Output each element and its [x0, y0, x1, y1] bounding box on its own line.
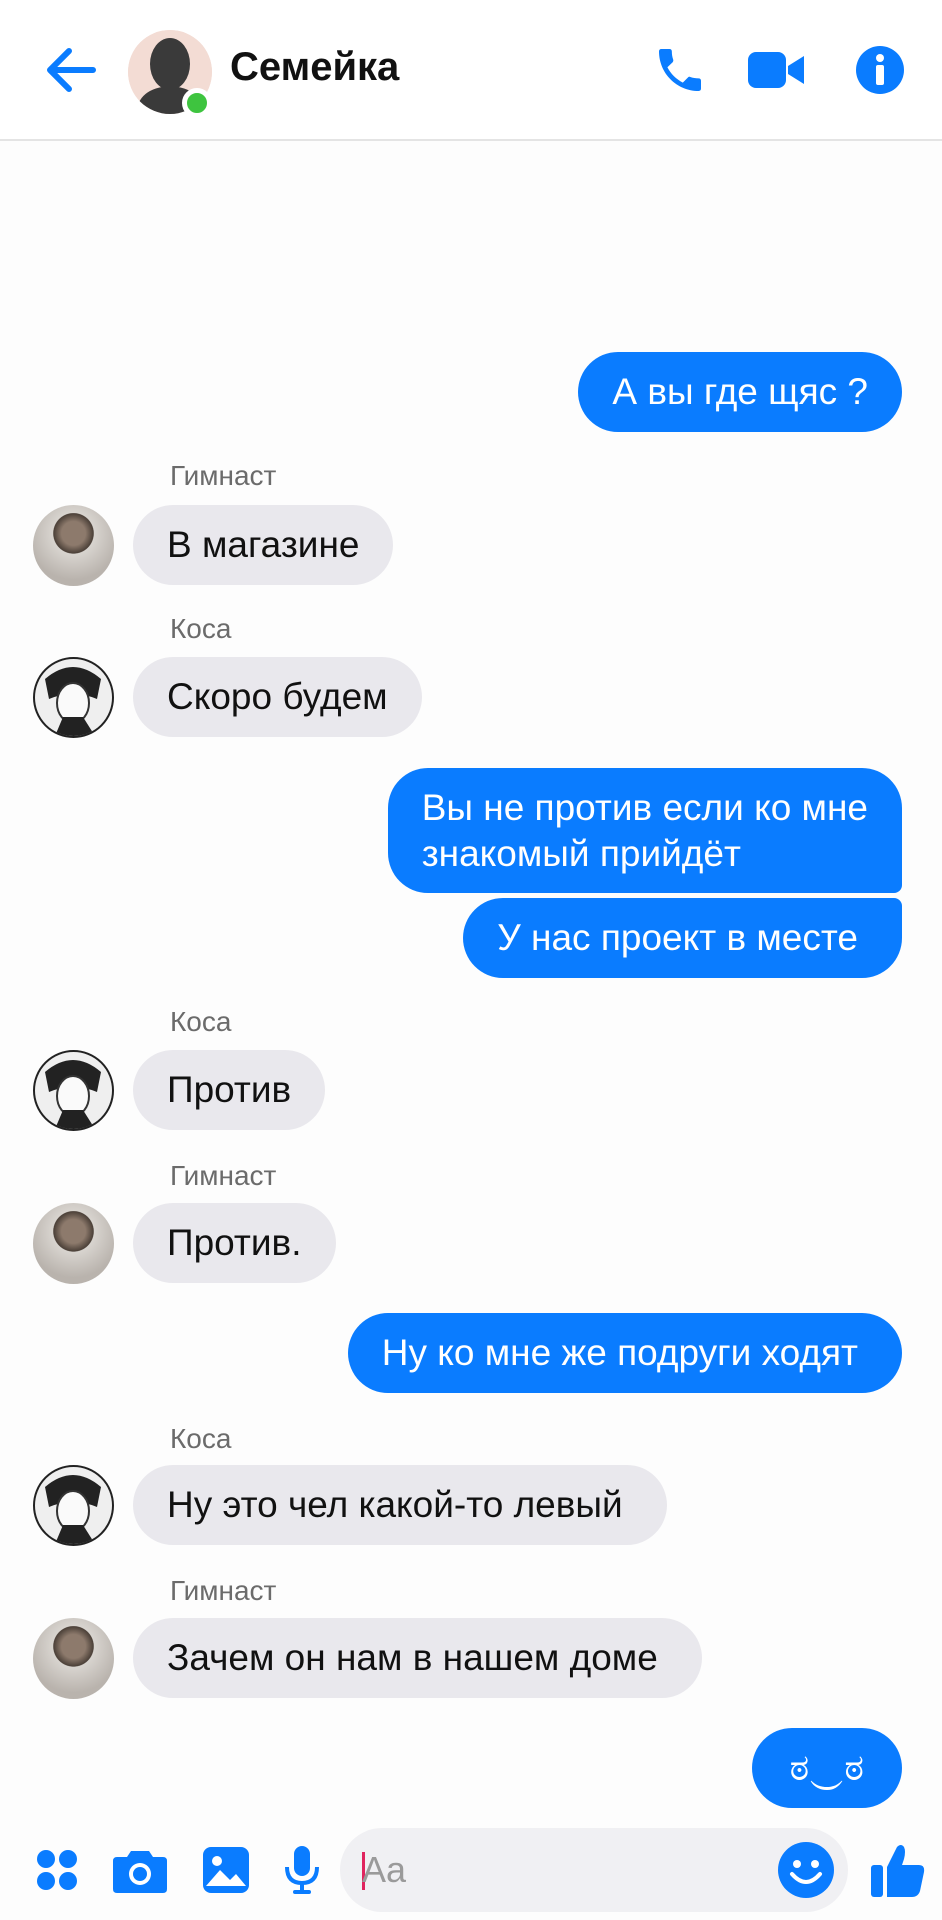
- message-text: А вы где щяс ?: [612, 371, 868, 412]
- composer-bar: [0, 1820, 942, 1920]
- message-bubble-incoming[interactable]: Против.: [133, 1203, 336, 1283]
- info-icon[interactable]: [854, 40, 906, 100]
- message-text: Против.: [167, 1222, 302, 1263]
- message-bubble-incoming[interactable]: Против: [133, 1050, 326, 1130]
- message-text: В магазине: [167, 524, 360, 565]
- sender-name: Гимнаст: [170, 460, 277, 491]
- message-text: У нас проект в месте: [497, 917, 858, 958]
- message-text: Зачем он нам в нашем доме: [167, 1637, 658, 1678]
- sender-name: Гимнаст: [170, 1575, 277, 1606]
- message-text: ಠ‿ಠ: [789, 1747, 864, 1788]
- back-arrow-icon[interactable]: [42, 40, 100, 100]
- sender-avatar-kosa[interactable]: [33, 657, 114, 738]
- thumbs-up-icon[interactable]: [868, 1838, 928, 1902]
- message-text: Скоро будем: [167, 676, 388, 717]
- sender-name: Гимнаст: [170, 1160, 277, 1191]
- gallery-icon[interactable]: [200, 1838, 252, 1902]
- sender-name: Коса: [170, 1423, 232, 1454]
- message-composer: [340, 1828, 848, 1912]
- message-bubble-outgoing[interactable]: ಠ‿ಠ: [751, 1728, 902, 1808]
- message-text: Ну ко мне же подруги ходят: [381, 1332, 858, 1373]
- sender-avatar-kosa[interactable]: [33, 1465, 114, 1546]
- phone-icon[interactable]: [650, 40, 710, 100]
- message-bubble-incoming[interactable]: В магазине: [133, 505, 394, 585]
- chat-header: Семейка: [0, 0, 942, 141]
- sender-avatar-gymnast[interactable]: [33, 1203, 114, 1284]
- sender-name: Коса: [170, 1006, 232, 1037]
- message-bubble-incoming[interactable]: Зачем он нам в нашем доме: [133, 1618, 702, 1698]
- message-bubble-outgoing[interactable]: Ну ко мне же подруги ходят: [347, 1313, 902, 1393]
- message-input[interactable]: [362, 1842, 762, 1898]
- sender-avatar-kosa[interactable]: [33, 1050, 114, 1131]
- chat-title[interactable]: Семейка: [230, 45, 399, 90]
- apps-icon[interactable]: [32, 1838, 82, 1902]
- video-camera-icon[interactable]: [744, 40, 808, 100]
- online-status-dot: [182, 88, 212, 118]
- message-bubble-outgoing[interactable]: У нас проект в месте: [463, 898, 902, 978]
- camera-icon[interactable]: [112, 1838, 168, 1902]
- sender-avatar-gymnast[interactable]: [33, 505, 114, 586]
- message-bubble-incoming[interactable]: Скоро будем: [133, 657, 422, 737]
- message-text: Ну это чел какой-то левый: [167, 1484, 623, 1525]
- microphone-icon[interactable]: [282, 1838, 322, 1902]
- message-text-line-1: Вы не против если ко мне: [421, 786, 868, 828]
- sender-avatar-gymnast[interactable]: [33, 1618, 114, 1699]
- message-bubble-outgoing[interactable]: А вы где щяс ?: [578, 352, 902, 432]
- message-text-line-2: знакомый прийдёт: [421, 832, 741, 874]
- message-text: Против: [167, 1069, 292, 1110]
- message-bubble-outgoing[interactable]: Вы не против если ко мне знакомый прийдё…: [387, 768, 902, 893]
- message-bubble-incoming[interactable]: Ну это чел какой-то левый: [133, 1465, 667, 1545]
- sender-name: Коса: [170, 613, 232, 644]
- emoji-icon[interactable]: [776, 1840, 836, 1900]
